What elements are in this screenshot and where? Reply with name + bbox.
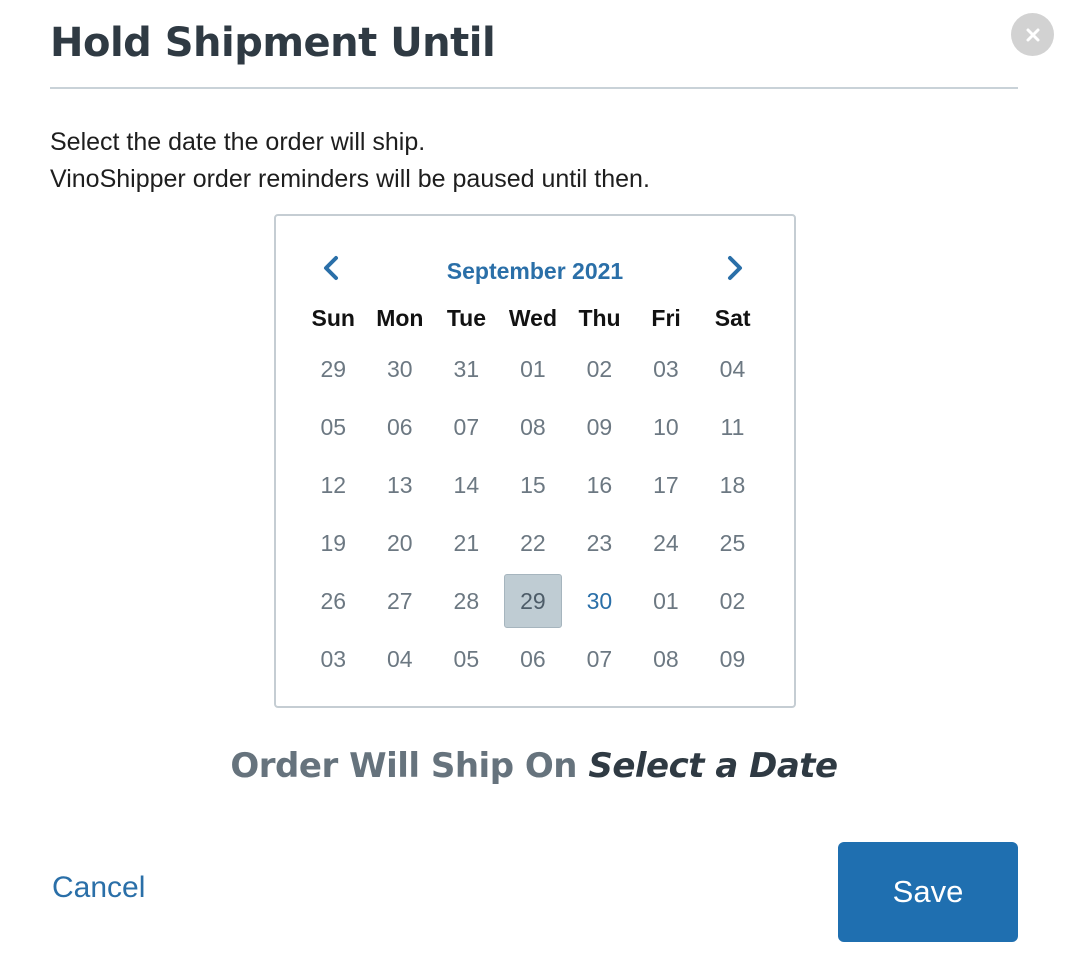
calendar-day[interactable]: 27 [371, 574, 429, 628]
calendar-day[interactable]: 18 [703, 458, 761, 512]
weekday-label: Wed [508, 305, 558, 331]
ship-on-value: Select a Date [588, 746, 838, 786]
ship-on-label: Order Will Ship On [230, 746, 577, 786]
calendar-day[interactable]: 03 [637, 342, 695, 396]
calendar-day[interactable]: 06 [371, 400, 429, 454]
weekday-label: Fri [651, 305, 681, 331]
date-picker: September 2021 Sun Mon Tue Wed Thu Fri Sat 29 3… [274, 214, 796, 708]
next-month-button[interactable] [720, 252, 750, 288]
calendar-day[interactable]: 16 [570, 458, 628, 512]
calendar-day[interactable]: 06 [504, 632, 562, 686]
calendar-day[interactable]: 09 [703, 632, 761, 686]
chevron-right-icon [725, 255, 745, 286]
calendar-day[interactable]: 17 [637, 458, 695, 512]
calendar-day[interactable]: 02 [703, 574, 761, 628]
weekday-label: Sun [311, 305, 355, 331]
calendar-week-row: 29 30 31 01 02 03 04 [300, 342, 766, 400]
calendar-day[interactable]: 30 [371, 342, 429, 396]
calendar-day[interactable]: 12 [304, 458, 362, 512]
calendar-day[interactable]: 11 [703, 400, 761, 454]
weekday-label: Sat [714, 305, 751, 331]
calendar-day[interactable]: 22 [504, 516, 562, 570]
close-icon [1025, 27, 1041, 43]
calendar-day[interactable]: 19 [304, 516, 362, 570]
calendar-week-row: 03 04 05 06 07 08 09 [300, 632, 766, 690]
calendar-day[interactable]: 14 [437, 458, 495, 512]
weekday-label: Thu [578, 305, 621, 331]
calendar-day[interactable]: 29 [304, 342, 362, 396]
weekday-label: Mon [376, 305, 424, 331]
calendar-day[interactable]: 07 [437, 400, 495, 454]
calendar-day[interactable]: 10 [637, 400, 695, 454]
calendar-week-row: 19 20 21 22 23 24 25 [300, 516, 766, 574]
calendar-day[interactable]: 05 [437, 632, 495, 686]
calendar-week-row: 12 13 14 15 16 17 18 [300, 458, 766, 516]
calendar-day[interactable]: 31 [437, 342, 495, 396]
calendar-day[interactable]: 25 [703, 516, 761, 570]
calendar-day[interactable]: 29 [503, 574, 562, 628]
calendar-week-row: 26 27 28 29 30 01 02 [300, 574, 766, 632]
intro-line: VinoShipper order reminders will be paus… [50, 165, 650, 193]
calendar-day[interactable]: 20 [371, 516, 429, 570]
dialog-title: Hold Shipment Until [50, 20, 496, 66]
calendar-day[interactable]: 13 [371, 458, 429, 512]
calendar-week-row: 05 06 07 08 09 10 11 [300, 400, 766, 458]
calendar-day[interactable]: 07 [570, 632, 628, 686]
save-button[interactable]: Save [838, 842, 1018, 942]
hold-shipment-dialog: Hold Shipment Until Select the date the … [0, 0, 1068, 974]
intro-text: Select the date the order will ship. Vin… [50, 124, 650, 198]
calendar-day[interactable]: 04 [703, 342, 761, 396]
calendar-day[interactable]: 03 [304, 632, 362, 686]
calendar-day[interactable]: 09 [570, 400, 628, 454]
close-button[interactable] [1011, 13, 1054, 56]
calendar-day[interactable]: 28 [437, 574, 495, 628]
calendar-day[interactable]: 23 [570, 516, 628, 570]
ship-date-summary: Order Will Ship On Select a Date [0, 744, 1068, 788]
calendar-day[interactable]: 24 [637, 516, 695, 570]
calendar-day[interactable]: 26 [304, 574, 362, 628]
calendar-day[interactable]: 30 [570, 574, 628, 628]
calendar-grid: Sun Mon Tue Wed Thu Fri Sat 29 30 31 01 02 03 04 05 06… [300, 300, 766, 690]
intro-line: Select the date the order will ship. [50, 128, 426, 156]
previous-month-button[interactable] [316, 252, 346, 288]
calendar-day[interactable]: 05 [304, 400, 362, 454]
calendar-days: 29 30 31 01 02 03 04 05 06 07 08 09 10 11 12 13 14 15 16 17… [300, 342, 766, 690]
calendar-day[interactable]: 04 [371, 632, 429, 686]
weekday-header-row: Sun Mon Tue Wed Thu Fri Sat [300, 300, 766, 336]
calendar-day[interactable]: 02 [570, 342, 628, 396]
title-divider [50, 87, 1018, 89]
chevron-left-icon [321, 255, 341, 286]
calendar-day[interactable]: 01 [637, 574, 695, 628]
cancel-button[interactable]: Cancel [52, 866, 145, 910]
calendar-day[interactable]: 08 [504, 400, 562, 454]
calendar-day[interactable]: 01 [504, 342, 562, 396]
calendar-month-label: September 2021 [446, 258, 624, 284]
calendar-day[interactable]: 21 [437, 516, 495, 570]
weekday-label: Tue [446, 305, 486, 331]
calendar-day[interactable]: 08 [637, 632, 695, 686]
calendar-day[interactable]: 15 [504, 458, 562, 512]
